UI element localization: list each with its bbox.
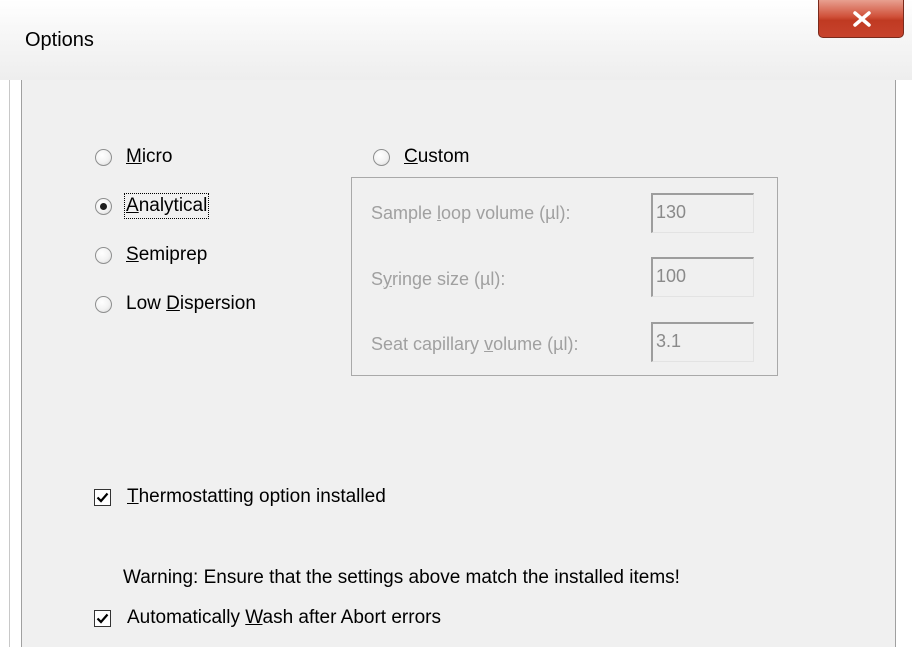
radio-label: Low Dispersion bbox=[126, 293, 256, 314]
close-button[interactable] bbox=[818, 0, 904, 38]
radio-label: Analytical bbox=[123, 193, 210, 219]
radio-indicator bbox=[95, 295, 112, 313]
window-frame-left bbox=[0, 80, 21, 647]
checkbox-label: Automatically Wash after Abort errors bbox=[127, 607, 441, 628]
syringe-size-label: Syringe size (µl): bbox=[371, 269, 506, 289]
radio-indicator bbox=[95, 148, 112, 166]
radio-semiprep[interactable]: Semiprep bbox=[95, 244, 207, 266]
checkmark-icon bbox=[96, 613, 109, 624]
seat-capillary-volume-input[interactable]: 3.1 bbox=[651, 322, 754, 362]
syringe-size-input[interactable]: 100 bbox=[651, 257, 754, 297]
radio-analytical[interactable]: Analytical bbox=[95, 193, 210, 219]
checkbox-label: Thermostatting option installed bbox=[127, 486, 386, 507]
radio-label: Micro bbox=[126, 146, 173, 167]
radio-indicator bbox=[95, 246, 112, 264]
radio-label: Semiprep bbox=[126, 244, 208, 265]
window-title: Options bbox=[25, 29, 94, 51]
auto-wash-checkbox[interactable]: Automatically Wash after Abort errors bbox=[94, 607, 441, 629]
checkbox-box bbox=[94, 609, 111, 627]
sample-loop-volume-input[interactable]: 130 bbox=[651, 193, 754, 233]
checkmark-icon bbox=[96, 492, 109, 503]
window-frame-right bbox=[895, 80, 912, 647]
radio-low-dispersion[interactable]: Low Dispersion bbox=[95, 293, 256, 315]
radio-micro[interactable]: Micro bbox=[95, 146, 172, 168]
sample-loop-volume-label: Sample loop volume (µl): bbox=[371, 203, 571, 223]
thermostatting-checkbox[interactable]: Thermostatting option installed bbox=[94, 486, 386, 508]
radio-indicator bbox=[373, 148, 390, 166]
seat-capillary-volume-label: Seat capillary volume (µl): bbox=[371, 334, 579, 354]
dialog-titlebar: Options bbox=[0, 0, 912, 80]
radio-custom[interactable]: Custom bbox=[373, 146, 469, 168]
radio-label: Custom bbox=[404, 146, 470, 167]
checkbox-box bbox=[94, 488, 111, 506]
radio-indicator bbox=[95, 197, 112, 215]
warning-text: Warning: Ensure that the settings above … bbox=[123, 567, 680, 588]
close-icon bbox=[853, 11, 871, 27]
